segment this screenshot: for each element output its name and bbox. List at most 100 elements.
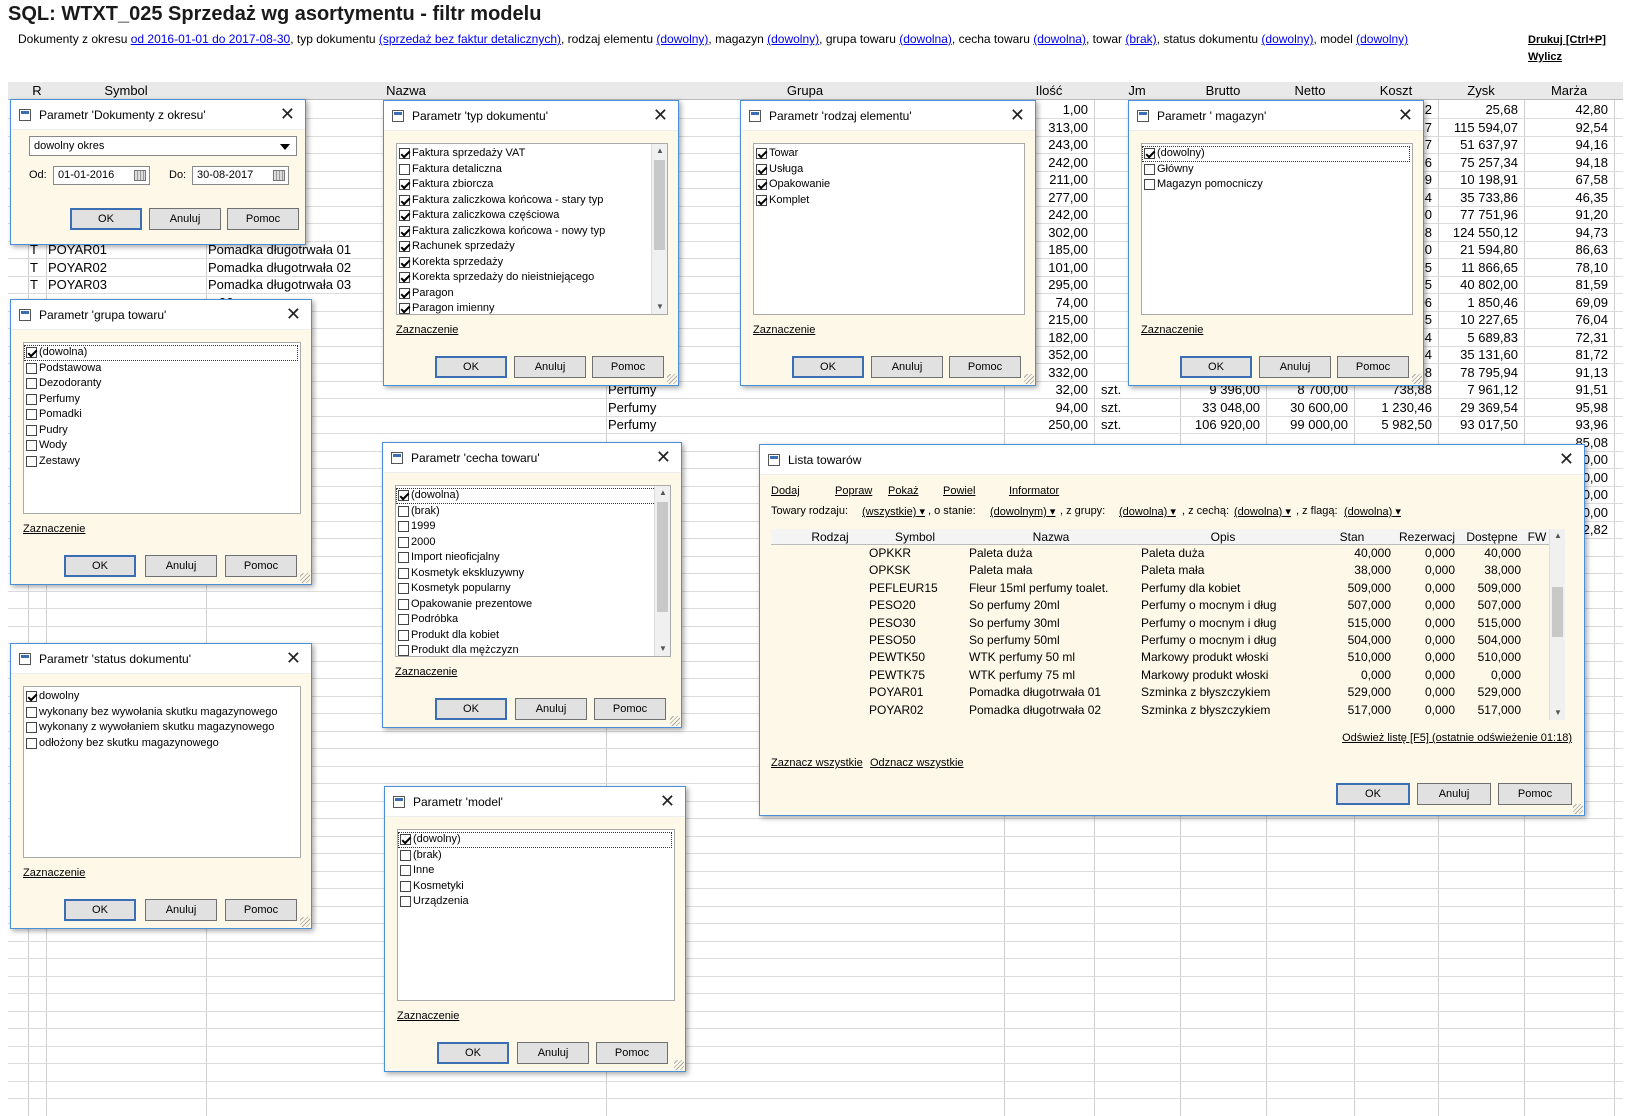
link-period[interactable]: od 2016-01-01 do 2017-08-30 xyxy=(131,32,290,46)
checkbox-item[interactable]: Faktura sprzedaży VAT xyxy=(397,146,667,162)
col-fw[interactable]: FW xyxy=(1525,530,1549,544)
checkbox[interactable] xyxy=(399,210,410,222)
checkbox-item[interactable]: Kosmetyki xyxy=(398,879,674,895)
checkbox-item[interactable]: Korekta sprzedaży xyxy=(397,255,667,271)
ok-button[interactable]: OK xyxy=(437,1042,509,1064)
checkbox-item[interactable]: Opakowanie xyxy=(754,177,1024,193)
link-element-kind[interactable]: (dowolny) xyxy=(656,32,708,46)
selection-link[interactable]: Zaznaczenie xyxy=(753,324,815,336)
ok-button[interactable]: OK xyxy=(1180,356,1252,378)
resize-grip[interactable] xyxy=(300,917,310,927)
checkbox[interactable] xyxy=(400,865,411,877)
product-row[interactable]: POYAR01 Pomadka długotrwała 01 Szminka z b… xyxy=(771,684,1549,701)
product-row[interactable]: OPKSK Paleta mała Paleta mała 38,000 0,000 38… xyxy=(771,562,1549,579)
checkbox-item[interactable]: Kosmetyk ekskluzywny xyxy=(396,566,670,582)
scroll-down-icon[interactable]: ▼ xyxy=(652,300,667,314)
checkbox[interactable] xyxy=(1144,179,1155,191)
product-row[interactable]: PEFLEUR15 Fleur 15ml perfumy toalet. Perfu… xyxy=(771,580,1549,597)
ok-button[interactable]: OK xyxy=(1336,783,1410,805)
sheet-col-koszt[interactable]: Koszt xyxy=(1354,83,1438,98)
checkbox-item[interactable]: Produkt dla kobiet xyxy=(396,628,670,644)
sheet-col-netto[interactable]: Netto xyxy=(1266,83,1354,98)
sheet-col-marza[interactable]: Marża xyxy=(1524,83,1614,98)
checkbox[interactable] xyxy=(399,272,410,284)
cancel-button[interactable]: Anuluj xyxy=(1417,783,1491,805)
close-icon[interactable]: ✕ xyxy=(286,304,301,324)
sheet-col-r[interactable]: R xyxy=(28,83,46,98)
checkbox[interactable] xyxy=(1144,148,1155,160)
ok-button[interactable]: OK xyxy=(70,208,142,230)
status-list[interactable]: dowolny wykonany bez wywołania skutku mag… xyxy=(23,686,301,858)
date-to-input[interactable]: 30-08-2017 xyxy=(192,166,289,185)
element-kind-list[interactable]: Towar Usługa Opakowanie Komplet xyxy=(753,143,1025,315)
checkbox-item[interactable]: Produkt dla mężczyzn xyxy=(396,643,670,656)
link-feature[interactable]: (dowolna) xyxy=(1033,32,1086,46)
selection-link[interactable]: Zaznaczenie xyxy=(23,867,85,879)
checkbox[interactable] xyxy=(1144,163,1155,175)
cancel-button[interactable]: Anuluj xyxy=(514,356,586,378)
sheet-col-jm[interactable]: Jm xyxy=(1094,83,1180,98)
checkbox[interactable] xyxy=(398,645,409,656)
checkbox[interactable] xyxy=(26,409,37,421)
col-dostepne[interactable]: Dostępne xyxy=(1459,530,1525,544)
calendar-icon[interactable] xyxy=(134,170,146,181)
close-icon[interactable]: ✕ xyxy=(653,105,668,125)
checkbox[interactable] xyxy=(399,256,410,268)
checkbox[interactable] xyxy=(398,505,409,517)
checkbox-item[interactable]: 2000 xyxy=(396,535,670,551)
refresh-link[interactable]: Odśwież listę [F5] (ostatnie odświeżenie… xyxy=(1342,732,1572,744)
resize-grip[interactable] xyxy=(1412,374,1422,384)
scrollbar[interactable]: ▲ ▼ xyxy=(654,486,670,656)
checkbox-item[interactable]: Perfumy xyxy=(24,392,300,408)
product-row[interactable]: PEWTK75 WTK perfumy 75 ml Markowy produkt … xyxy=(771,667,1549,684)
checkbox-item[interactable]: Faktura detaliczna xyxy=(397,162,667,178)
checkbox-item[interactable]: wykonany z wywołaniem skutku magazynoweg… xyxy=(24,720,300,736)
resize-grip[interactable] xyxy=(674,1060,684,1070)
checkbox[interactable] xyxy=(756,148,767,160)
checkbox[interactable] xyxy=(26,722,37,734)
checkbox[interactable] xyxy=(400,880,411,892)
show-button[interactable]: Pokaż xyxy=(888,485,919,497)
help-button[interactable]: Pomoc xyxy=(592,356,664,378)
scroll-thumb[interactable] xyxy=(657,502,668,612)
product-row[interactable]: PESO30 So perfumy 30ml Perfumy o mocnym i … xyxy=(771,615,1549,632)
help-button[interactable]: Pomoc xyxy=(596,1042,668,1064)
selection-link[interactable]: Zaznaczenie xyxy=(23,523,85,535)
checkbox[interactable] xyxy=(400,834,411,846)
checkbox-item[interactable]: Faktura zbiorcza xyxy=(397,177,667,193)
checkbox-item[interactable]: Paragon imienny xyxy=(397,301,667,314)
filter-flag-dropdown[interactable]: (dowolna) xyxy=(1344,505,1401,518)
scroll-down-icon[interactable]: ▼ xyxy=(1550,706,1566,720)
filter-feature-dropdown[interactable]: (dowolna) xyxy=(1234,505,1291,518)
checkbox-item[interactable]: Korekta sprzedaży do nieistniejącego xyxy=(397,270,667,286)
ok-button[interactable]: OK xyxy=(64,555,136,577)
scroll-up-icon[interactable]: ▲ xyxy=(652,144,667,158)
cancel-button[interactable]: Anuluj xyxy=(515,698,587,720)
checkbox-item[interactable]: Inne xyxy=(398,863,674,879)
checkbox-item[interactable]: Podstawowa xyxy=(24,361,300,377)
ok-button[interactable]: OK xyxy=(435,356,507,378)
cancel-button[interactable]: Anuluj xyxy=(145,899,217,921)
resize-grip[interactable] xyxy=(1573,804,1583,814)
warehouse-list[interactable]: (dowolny) Główny Magazyn pomocniczy xyxy=(1141,143,1413,315)
checkbox[interactable] xyxy=(26,706,37,718)
cancel-button[interactable]: Anuluj xyxy=(517,1042,589,1064)
checkbox-item[interactable]: Pomadki xyxy=(24,407,300,423)
period-mode-select[interactable]: dowolny okres xyxy=(29,136,297,156)
selection-link[interactable]: Zaznaczenie xyxy=(397,1010,459,1022)
deselect-all-link[interactable]: Odznacz wszystkie xyxy=(870,757,964,769)
selection-link[interactable]: Zaznaczenie xyxy=(395,666,457,678)
cancel-button[interactable]: Anuluj xyxy=(1259,356,1331,378)
resize-grip[interactable] xyxy=(300,573,310,583)
doc-type-list[interactable]: Faktura sprzedaży VAT Faktura detaliczna F… xyxy=(396,143,668,315)
link-warehouse[interactable]: (dowolny) xyxy=(767,32,819,46)
sheet-col-ilosc[interactable]: Ilość xyxy=(1004,83,1094,98)
help-button[interactable]: Pomoc xyxy=(225,555,297,577)
checkbox[interactable] xyxy=(398,536,409,548)
checkbox-item[interactable]: Opakowanie prezentowe xyxy=(396,597,670,613)
sheet-col-brutto[interactable]: Brutto xyxy=(1180,83,1266,98)
checkbox[interactable] xyxy=(756,179,767,191)
checkbox-item[interactable]: (dowolna) xyxy=(24,345,298,361)
checkbox[interactable] xyxy=(26,737,37,749)
ok-button[interactable]: OK xyxy=(435,698,507,720)
